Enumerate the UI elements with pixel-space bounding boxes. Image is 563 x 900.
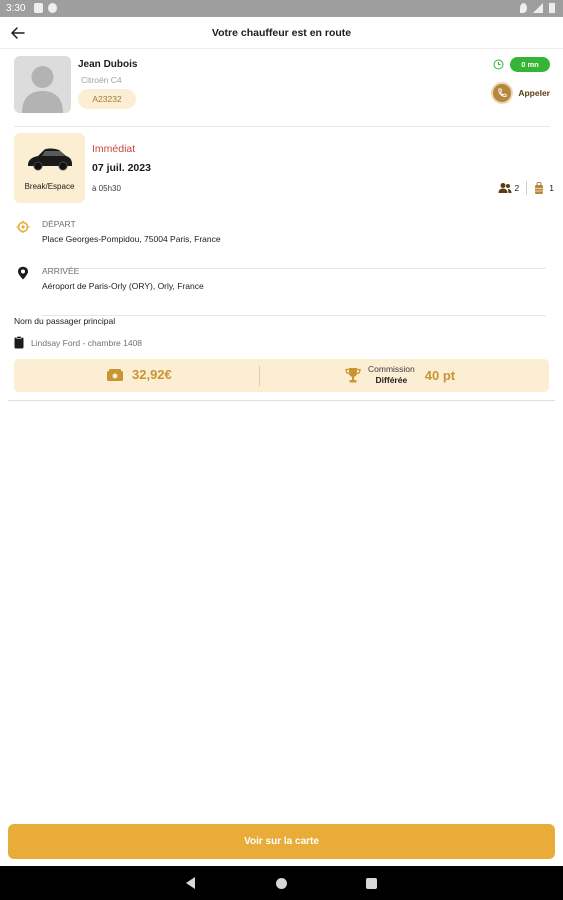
view-map-button[interactable]: Voir sur la carte	[8, 824, 555, 859]
clipboard-icon	[14, 336, 24, 349]
arrival-label: ARRIVÉE	[42, 266, 80, 276]
eta-badge: 0 mn	[510, 57, 550, 72]
departure-label: DÉPART	[42, 219, 76, 229]
clock-icon	[493, 59, 504, 70]
luggage-count: 1	[549, 183, 554, 193]
ride-date: 07 juil. 2023	[92, 162, 151, 174]
luggage-icon	[535, 181, 544, 194]
license-plate: A23232	[78, 89, 136, 109]
passengers-icon	[498, 183, 512, 193]
pricing-bar: 32,92€ Commission Différée 40 pt	[14, 359, 549, 392]
commission-points: 40 pt	[424, 367, 456, 383]
ride-summary: Break/Espace Immédiat 07 juil. 2023 à 05…	[14, 133, 554, 205]
departure-row: DÉPART Place Georges-Pompidou, 75004 Par…	[14, 219, 546, 269]
system-icons	[520, 3, 555, 13]
price-amount: 32,92€	[132, 367, 172, 382]
divider	[259, 366, 260, 386]
ride-counts: 2 1	[498, 181, 554, 195]
nav-home-icon[interactable]	[276, 878, 287, 889]
main-passenger: Nom du passager principal Lindsay Ford -…	[14, 316, 550, 349]
driver-name: Jean Dubois	[78, 59, 138, 70]
app-bar: Votre chauffeur est en route	[0, 17, 563, 49]
departure-address: Place Georges-Pompidou, 75004 Paris, Fra…	[42, 234, 221, 244]
location-icon	[520, 3, 527, 13]
target-icon	[16, 220, 30, 233]
vehicle-type-card: Break/Espace	[14, 133, 85, 203]
sync-icon	[48, 3, 57, 13]
price: 32,92€	[106, 367, 172, 382]
call-label[interactable]: Appeler	[518, 88, 550, 98]
status-time: 3:30	[6, 3, 26, 14]
page-title: Votre chauffeur est en route	[211, 27, 352, 39]
driver-avatar	[14, 56, 71, 113]
passenger-name: Lindsay Ford - chambre 1408	[31, 337, 143, 348]
notification-icons	[34, 3, 57, 13]
nav-recents-icon[interactable]	[366, 878, 377, 889]
battery-icon	[549, 3, 555, 13]
arrival-address: Aéroport de Paris-Orly (ORY), Orly, Fran…	[42, 281, 204, 291]
status-bar: 3:30	[0, 0, 563, 17]
commission-mode: Différée	[375, 375, 408, 385]
call-button[interactable]: Appeler	[491, 82, 550, 104]
arrival-row: ARRIVÉE Aéroport de Paris-Orly (ORY), Or…	[14, 266, 546, 316]
person-icon	[22, 66, 63, 113]
driver-card: Jean Dubois Citroën C4 A23232 0 mn Appel…	[14, 49, 550, 127]
system-nav-bar	[0, 866, 563, 900]
phone-icon[interactable]	[491, 82, 514, 104]
driver-car: Citroën C4	[81, 75, 122, 85]
vehicle-type-label: Break/Espace	[24, 182, 75, 191]
location-pin-icon	[18, 266, 28, 280]
trophy-icon	[345, 368, 361, 383]
signal-icon	[533, 3, 543, 13]
commission-label: Commission	[368, 364, 415, 374]
commission-text: Commission Différée	[368, 364, 415, 386]
divider	[526, 181, 528, 195]
passenger-label: Nom du passager principal	[14, 316, 116, 326]
passenger-count: 2	[514, 183, 520, 193]
cash-icon	[107, 368, 123, 381]
car-icon	[28, 148, 72, 171]
passenger-row: Lindsay Ford - chambre 1408	[14, 336, 142, 349]
ride-time: à 05h30	[92, 184, 121, 193]
ride-timing: Immédiat	[92, 143, 136, 155]
divider	[8, 400, 555, 401]
eta: 0 mn	[493, 57, 550, 72]
commission: Commission Différée 40 pt	[344, 364, 455, 386]
nav-back-icon[interactable]	[186, 877, 195, 889]
sd-card-icon	[34, 3, 43, 13]
